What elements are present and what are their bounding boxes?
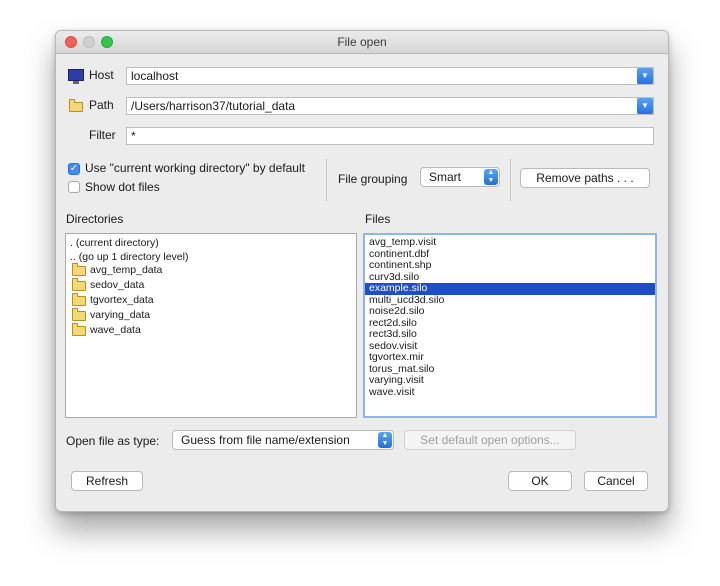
file-item[interactable]: wave.visit (365, 386, 655, 399)
title-bar: File open (56, 31, 668, 54)
open-type-value: Guess from file name/extension (181, 433, 350, 447)
directories-header: Directories (66, 212, 124, 226)
folder-icon (72, 308, 86, 321)
path-combo[interactable]: /Users/harrison37/tutorial_data ▼ (126, 97, 654, 115)
use-cwd-label: Use "current working directory" by defau… (85, 161, 305, 175)
file-item[interactable]: tgvortex.mir (365, 351, 655, 364)
show-dot-files-label: Show dot files (85, 180, 160, 194)
folder-icon (72, 323, 86, 336)
directory-parent[interactable]: .. (go up 1 directory level) (66, 251, 356, 264)
window-title: File open (337, 35, 387, 49)
host-dropdown-icon[interactable]: ▼ (637, 68, 653, 84)
files-header: Files (365, 212, 391, 226)
directory-item[interactable]: avg_temp_data (66, 263, 356, 278)
file-grouping-value: Smart (429, 170, 462, 184)
directory-current[interactable]: . (current directory) (66, 237, 356, 250)
folder-icon (72, 263, 86, 276)
directory-label: wave_data (90, 324, 141, 336)
file-item[interactable]: continent.shp (365, 259, 655, 272)
path-dropdown-icon[interactable]: ▼ (637, 98, 653, 114)
directory-label: varying_data (90, 309, 151, 321)
folder-icon (72, 278, 86, 291)
files-list[interactable]: avg_temp.visit continent.dbf continent.s… (363, 233, 657, 418)
file-item[interactable]: varying.visit (365, 374, 655, 387)
updown-arrows-icon: ▲ ▼ (378, 432, 392, 448)
filter-input[interactable]: * (126, 127, 654, 145)
file-grouping-select[interactable]: Smart ▲ ▼ (420, 167, 500, 187)
file-open-dialog: File open Host localhost ▼ Path /Users/h… (55, 30, 669, 512)
directory-item[interactable]: sedov_data (66, 278, 356, 293)
host-label: Host (89, 68, 114, 82)
open-type-label: Open file as type: (66, 434, 160, 448)
use-cwd-checkbox[interactable]: ✓ (68, 163, 80, 175)
set-default-open-options-button[interactable]: Set default open options... (404, 430, 576, 450)
cancel-button[interactable]: Cancel (584, 471, 648, 491)
refresh-button[interactable]: Refresh (71, 471, 143, 491)
directory-item[interactable]: varying_data (66, 308, 356, 323)
directory-label: sedov_data (90, 279, 145, 291)
folder-icon (72, 293, 86, 306)
directory-item[interactable]: wave_data (66, 323, 356, 338)
file-item[interactable]: avg_temp.visit (365, 236, 655, 249)
filter-label: Filter (89, 128, 116, 142)
separator (510, 159, 511, 201)
updown-arrows-icon: ▲ ▼ (484, 169, 498, 185)
directory-item[interactable]: tgvortex_data (66, 293, 356, 308)
directory-label: avg_temp_data (90, 264, 163, 276)
host-combo[interactable]: localhost ▼ (126, 67, 654, 85)
computer-icon (68, 69, 84, 84)
file-item[interactable]: rect3d.silo (365, 328, 655, 341)
path-value: /Users/harrison37/tutorial_data (131, 99, 296, 113)
path-label: Path (89, 98, 114, 112)
file-grouping-label: File grouping (338, 172, 408, 186)
directories-list[interactable]: . (current directory) .. (go up 1 direct… (65, 233, 357, 418)
file-item-selected[interactable]: example.silo (365, 282, 655, 295)
remove-paths-button[interactable]: Remove paths . . . (520, 168, 650, 188)
folder-icon (69, 99, 83, 112)
show-dot-files-checkbox[interactable] (68, 181, 80, 193)
ok-button[interactable]: OK (508, 471, 572, 491)
file-item[interactable]: noise2d.silo (365, 305, 655, 318)
directory-label: tgvortex_data (90, 294, 154, 306)
separator (326, 159, 327, 201)
host-value: localhost (131, 69, 179, 83)
open-type-select[interactable]: Guess from file name/extension ▲ ▼ (172, 430, 394, 450)
